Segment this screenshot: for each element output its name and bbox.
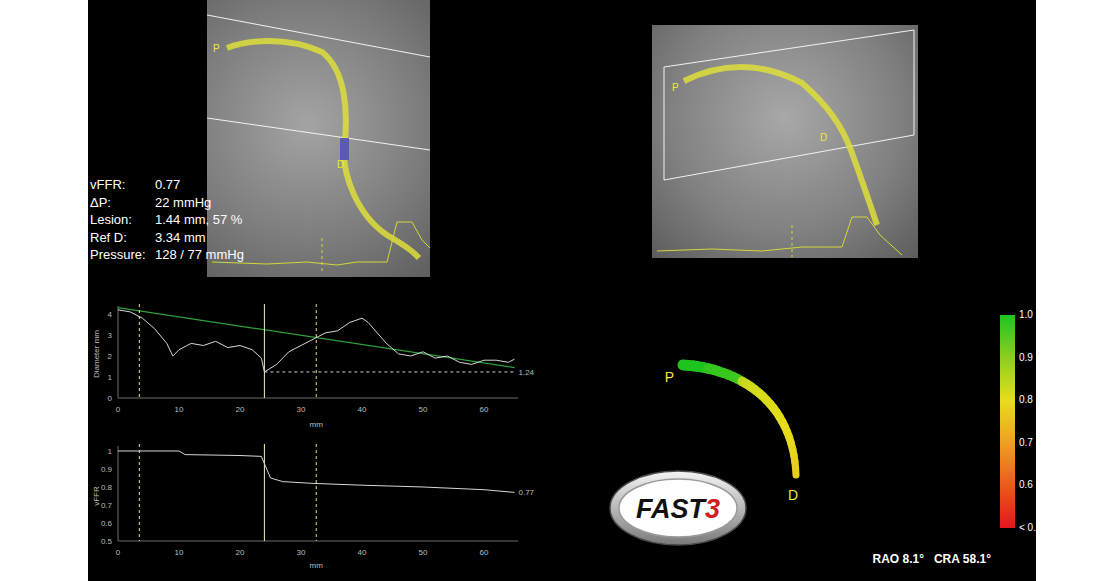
right-angiogram: PD (652, 25, 918, 258)
metric-row: ΔP:22 mmHg (90, 194, 244, 212)
marker-line[interactable] (139, 304, 140, 398)
analysis-row: 012340102030405060Diameter mmmm1.240.50.… (88, 290, 1036, 581)
x-tick: 0 (116, 405, 121, 414)
view-angles: RAO 8.1° CRA 58.1° (538, 552, 993, 566)
proximal-label: P (213, 43, 220, 54)
color-scale-bar (1000, 315, 1015, 528)
svg-text:FAST3: FAST3 (636, 494, 720, 524)
y-tick: 1 (108, 447, 113, 456)
y-axis-label: vFFR (92, 486, 101, 506)
x-axis-label: mm (310, 420, 324, 429)
y-tick: 3 (108, 331, 113, 340)
metric-row: Pressure:128 / 77 mmHg (90, 246, 244, 264)
x-tick: 50 (419, 405, 428, 414)
minimum-line (264, 371, 514, 372)
angiogram-row: PDPD (88, 0, 1036, 290)
distal-label: D (820, 132, 827, 143)
color-scale-tick: 0.6 (1019, 479, 1042, 491)
y-tick: 4 (108, 310, 113, 319)
x-tick: 0 (116, 548, 121, 557)
minimum-value: 1.24 (519, 368, 535, 377)
x-tick: 20 (236, 548, 245, 557)
x-tick: 60 (480, 548, 489, 557)
x-tick: 10 (175, 405, 184, 414)
color-scale-tick: 0.8 (1019, 394, 1042, 406)
y-tick: 0.6 (101, 519, 113, 528)
proximal-label: P (672, 82, 679, 93)
vffr-line (118, 451, 515, 492)
marker-line[interactable] (264, 444, 265, 541)
color-scale-tick: 0.9 (1019, 352, 1042, 364)
y-tick: 2 (108, 352, 113, 361)
marker-line[interactable] (139, 444, 140, 541)
view-angle: CRA 58.1° (934, 552, 991, 566)
proximal-label: P (665, 369, 674, 385)
marker-line[interactable] (264, 304, 265, 398)
model-view: P D FAST3 RAO 8.1° CRA 58.1° (538, 290, 993, 581)
metric-row: vFFR:0.77 (90, 176, 244, 194)
metrics: vFFR:0.77ΔP:22 mmHgLesion:1.44 mm, 57 %R… (90, 176, 244, 264)
app: PDPDvFFR:0.77ΔP:22 mmHgLesion:1.44 mm, 5… (0, 0, 1109, 581)
charts: 012340102030405060Diameter mmmm1.240.50.… (88, 290, 538, 581)
left-angiogram: PD (207, 0, 430, 277)
x-axis-label: mm (310, 561, 324, 570)
viewer: PDPDvFFR:0.77ΔP:22 mmHgLesion:1.44 mm, 5… (88, 0, 1036, 581)
distal-label: D (788, 487, 798, 503)
y-tick: 0.5 (101, 537, 113, 546)
left-margin (0, 0, 88, 581)
metric-row: Lesion:1.44 mm, 57 % (90, 211, 244, 229)
x-tick: 20 (236, 405, 245, 414)
color-scale-tick: 0.7 (1019, 437, 1042, 449)
x-tick: 40 (358, 548, 367, 557)
vffr-value: 0.77 (519, 488, 535, 497)
y-tick: 0.8 (101, 483, 113, 492)
color-scale: 1.0 0.9 0.8 0.7 0.6 < 0.5 (1000, 309, 1042, 581)
y-tick: 0.7 (101, 501, 113, 510)
x-tick: 10 (175, 548, 184, 557)
x-tick: 30 (297, 405, 306, 414)
diameter-line (118, 310, 515, 372)
fast3-logo: FAST3 (608, 468, 748, 548)
x-tick: 40 (358, 405, 367, 414)
vffr-chart: 0.50.60.70.80.910102030405060vFFRmm0.77 (88, 438, 538, 574)
x-tick: 30 (297, 548, 306, 557)
right-margin (1036, 0, 1109, 581)
color-scale-tick: < 0.5 (1019, 522, 1042, 534)
marker-line[interactable] (316, 304, 317, 398)
x-tick: 50 (419, 548, 428, 557)
distal-label: D (337, 159, 344, 170)
marker-line[interactable] (316, 444, 317, 541)
y-tick: 0.9 (101, 465, 113, 474)
y-axis-label: Diameter mm (92, 330, 101, 378)
diameter-chart: 012340102030405060Diameter mmmm1.24 (88, 298, 538, 432)
y-tick: 1 (108, 373, 113, 382)
left-overlay: PD (207, 0, 430, 277)
color-scale-tick: 1.0 (1019, 309, 1042, 321)
right-overlay: PD (652, 25, 918, 258)
y-tick: 0 (108, 394, 113, 403)
metric-row: Ref D:3.34 mm (90, 229, 244, 247)
view-angle: RAO 8.1° (872, 552, 923, 566)
x-tick: 60 (480, 405, 489, 414)
